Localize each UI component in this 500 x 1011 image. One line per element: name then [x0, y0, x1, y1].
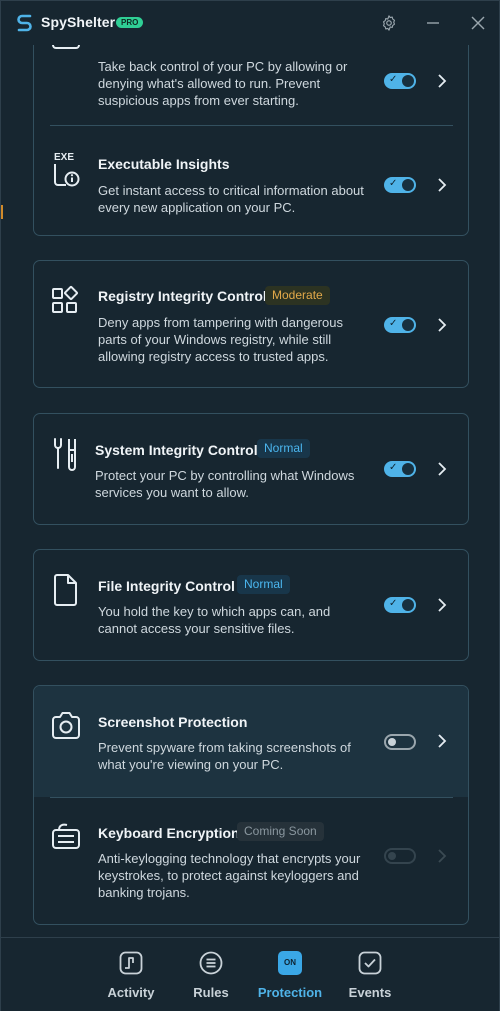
feature-row-app-control[interactable]: Take back control of your PC by allowing… — [34, 45, 468, 125]
feature-toggle[interactable]: ✓ — [384, 597, 416, 613]
risk-level-badge: Moderate — [265, 286, 330, 305]
feature-row-screenshot-protection[interactable]: Screenshot Protection Prevent spyware fr… — [34, 686, 468, 797]
feature-card-app-control: Take back control of your PC by allowing… — [33, 45, 469, 236]
feature-desc: Get instant access to critical informati… — [98, 183, 364, 215]
protection-icon: ON — [278, 951, 302, 975]
check-icon: ✓ — [389, 74, 398, 85]
toggle-knob — [388, 738, 396, 746]
title-bar: SpyShelter PRO — [1, 1, 499, 45]
events-icon — [358, 951, 382, 975]
settings-button[interactable] — [377, 11, 401, 35]
app-name: SpyShelter — [41, 14, 116, 30]
feature-title: Screenshot Protection — [98, 714, 248, 730]
feature-title: File Integrity Control — [98, 578, 235, 594]
feature-toggle[interactable]: ✓ — [384, 317, 416, 333]
chevron-right-icon[interactable] — [437, 178, 447, 192]
nav-label: Events — [348, 985, 392, 1000]
chevron-right-icon[interactable] — [437, 74, 447, 88]
feature-desc: You hold the key to which apps can, and … — [98, 604, 331, 636]
keyboard-icon — [52, 823, 80, 849]
bottom-nav: Activity Rules ON Protection Events — [1, 937, 499, 1011]
check-icon: ✓ — [389, 178, 398, 189]
chevron-right-icon[interactable] — [437, 598, 447, 612]
nav-protection[interactable]: ON Protection — [255, 938, 325, 1011]
feature-card-registry-integrity[interactable]: Registry Integrity Control Moderate Deny… — [33, 260, 469, 388]
toggle-knob — [388, 852, 396, 860]
feature-title: Keyboard Encryption — [98, 825, 240, 841]
nav-label: Protection — [257, 985, 323, 1000]
toggle-knob — [402, 75, 414, 87]
chevron-right-icon[interactable] — [437, 462, 447, 476]
feature-desc: Take back control of your PC by allowing… — [98, 59, 348, 108]
rules-icon — [199, 951, 223, 975]
toggle-knob — [402, 599, 414, 611]
nav-rules[interactable]: Rules — [176, 938, 246, 1011]
feature-card-file-integrity[interactable]: File Integrity Control Normal You hold t… — [33, 549, 469, 661]
app-window: SpyShelter PRO Take back control of your… — [0, 0, 500, 1011]
minimize-icon — [427, 22, 439, 24]
camera-icon — [52, 712, 80, 739]
toggle-knob — [402, 179, 414, 191]
tools-icon — [54, 438, 76, 471]
close-icon — [471, 16, 485, 30]
spyshelter-logo-icon — [17, 14, 32, 32]
minimize-button[interactable] — [421, 11, 445, 35]
feature-desc: Protect your PC by controlling what Wind… — [95, 468, 355, 500]
feature-toggle[interactable]: ✓ — [384, 177, 416, 193]
chevron-right-icon[interactable] — [437, 734, 447, 748]
activity-icon — [119, 951, 143, 975]
feature-title: System Integrity Control — [95, 442, 258, 458]
check-icon: ✓ — [389, 598, 398, 609]
check-icon: ✓ — [389, 462, 398, 473]
exe-info-icon: EXE — [54, 152, 80, 187]
feature-toggle-disabled — [384, 848, 416, 864]
toggle-knob — [402, 319, 414, 331]
file-icon — [54, 574, 77, 606]
svg-text:EXE: EXE — [54, 152, 74, 163]
coming-soon-badge: Coming Soon — [237, 822, 324, 841]
feature-toggle[interactable] — [384, 734, 416, 750]
window-icon — [52, 45, 80, 49]
nav-label: Rules — [193, 985, 229, 1000]
protection-feature-list[interactable]: Take back control of your PC by allowing… — [1, 45, 499, 937]
pro-badge: PRO — [116, 17, 144, 28]
feature-row-keyboard-encryption: Keyboard Encryption Coming Soon Anti-key… — [34, 798, 468, 925]
feature-row-executable-insights[interactable]: EXE Executable Insights Get instant acce… — [34, 126, 468, 236]
toggle-knob — [402, 463, 414, 475]
check-icon: ✓ — [389, 318, 398, 329]
nav-label: Activity — [107, 985, 155, 1000]
feature-desc: Prevent spyware from taking screenshots … — [98, 740, 351, 772]
chevron-right-icon[interactable] — [437, 318, 447, 332]
feature-title: Registry Integrity Control — [98, 288, 267, 304]
nav-events[interactable]: Events — [335, 938, 405, 1011]
registry-blocks-icon — [52, 286, 78, 313]
nav-activity[interactable]: Activity — [96, 938, 166, 1011]
feature-desc: Deny apps from tampering with dangerous … — [98, 315, 343, 364]
feature-title: Executable Insights — [98, 156, 230, 172]
risk-level-badge: Normal — [237, 575, 290, 594]
feature-toggle[interactable]: ✓ — [384, 461, 416, 477]
feature-desc: Anti-keylogging technology that encrypts… — [98, 851, 361, 900]
close-button[interactable] — [466, 11, 490, 35]
feature-toggle[interactable]: ✓ — [384, 73, 416, 89]
gear-icon — [382, 15, 396, 31]
risk-level-badge: Normal — [257, 439, 310, 458]
chevron-right-icon — [438, 849, 447, 863]
feature-card-system-integrity[interactable]: System Integrity Control Normal Protect … — [33, 413, 469, 525]
feature-card-screenshot-keyboard: Screenshot Protection Prevent spyware fr… — [33, 685, 469, 925]
